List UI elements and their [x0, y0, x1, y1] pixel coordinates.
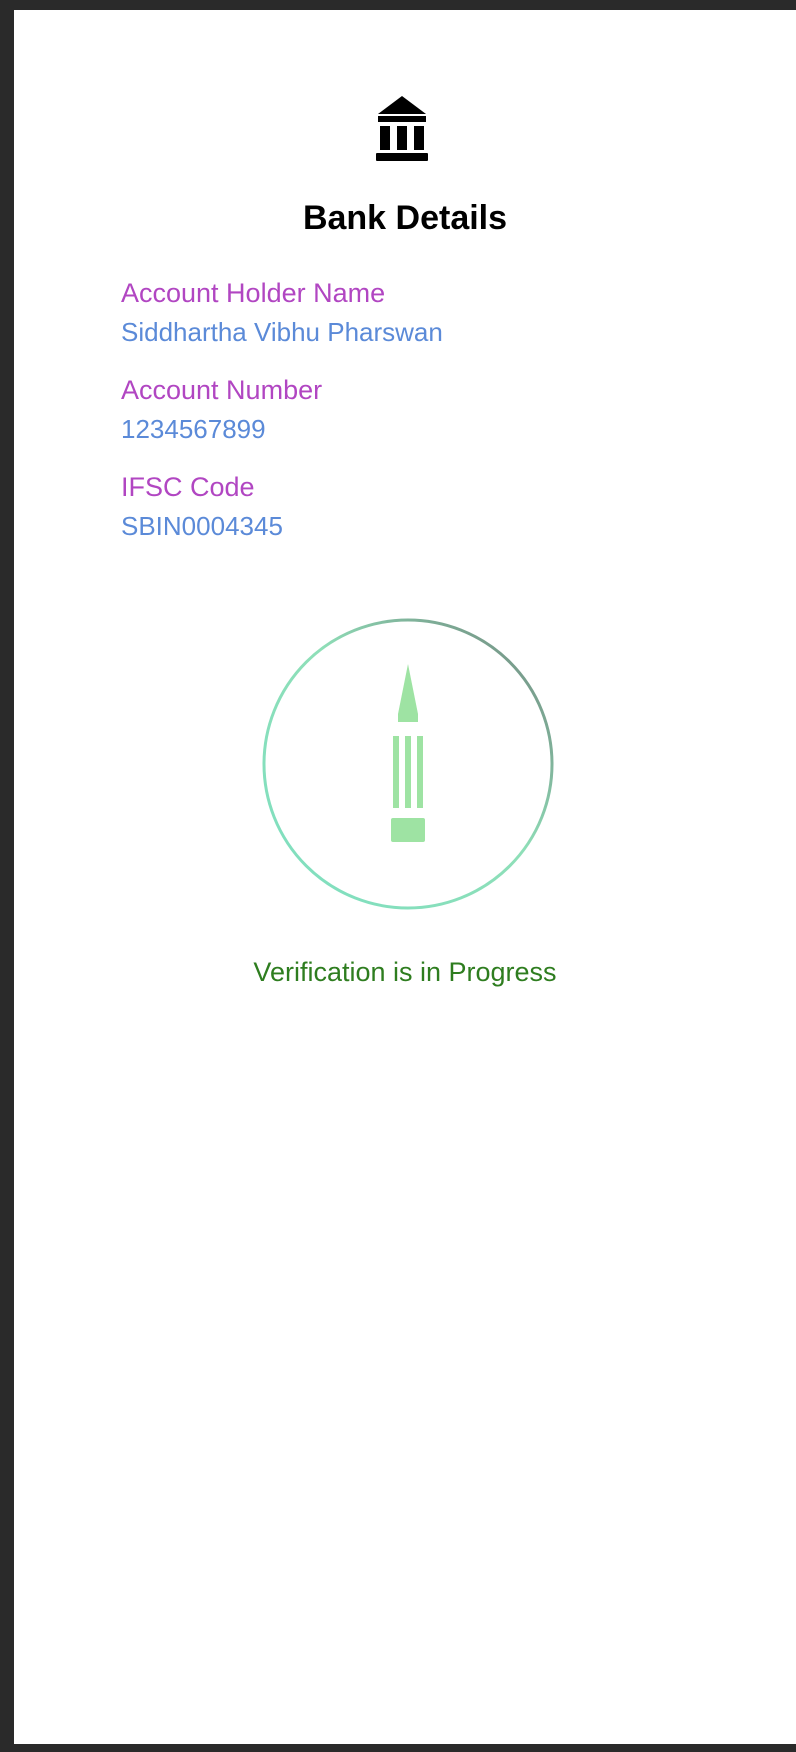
account-holder-field: Account Holder Name Siddhartha Vibhu Pha…: [121, 276, 761, 349]
account-number-label: Account Number: [121, 375, 323, 405]
screen: Bank Details Account Holder Name Siddhar…: [14, 10, 796, 1744]
bank-icon: [376, 96, 428, 161]
pencil-icon: [391, 664, 425, 842]
account-holder-value: Siddhartha Vibhu Pharswan: [121, 317, 443, 347]
ifsc-code-value: SBIN0004345: [121, 511, 283, 541]
ifsc-code-label: IFSC Code: [121, 472, 255, 502]
account-number-value: 1234567899: [121, 414, 266, 444]
bank-details-list: Account Holder Name Siddhartha Vibhu Pha…: [121, 276, 761, 567]
page-title: Bank Details: [302, 199, 508, 237]
verification-status: Verification is in Progress: [253, 957, 557, 987]
verification-progress-ring: [262, 618, 554, 910]
ifsc-code-field: IFSC Code SBIN0004345: [121, 470, 761, 543]
account-holder-label: Account Holder Name: [121, 278, 386, 308]
account-number-field: Account Number 1234567899: [121, 373, 761, 446]
